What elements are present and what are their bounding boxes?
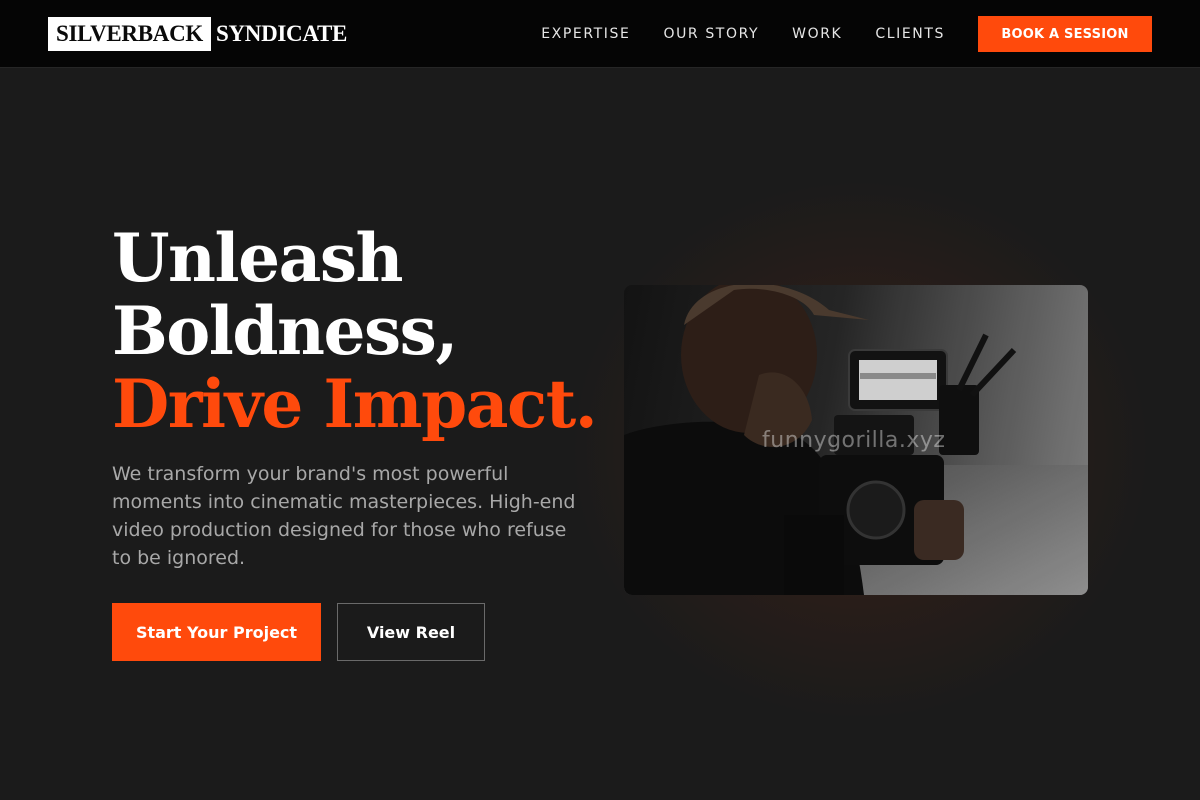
videographer-photo: funnygorilla.xyz bbox=[624, 285, 1088, 595]
hero-title-line-2: Boldness, bbox=[112, 292, 458, 370]
hero-title-line-1: Unleash bbox=[112, 219, 404, 297]
brand-logo[interactable]: SILVERBACK SYNDICATE bbox=[48, 17, 347, 51]
brand-name-boxed: SILVERBACK bbox=[48, 17, 211, 51]
start-project-button[interactable]: Start Your Project bbox=[112, 603, 321, 661]
nav-link-clients[interactable]: CLIENTS bbox=[875, 26, 945, 42]
nav-link-work[interactable]: WORK bbox=[792, 26, 842, 42]
nav-link-our-story[interactable]: OUR STORY bbox=[663, 26, 759, 42]
nav-link-expertise[interactable]: EXPERTISE bbox=[541, 26, 630, 42]
brand-name-text: SYNDICATE bbox=[215, 21, 348, 46]
hero-title-accent: Drive Impact. bbox=[112, 365, 598, 443]
main-nav: EXPERTISE OUR STORY WORK CLIENTS bbox=[541, 0, 945, 68]
book-session-button[interactable]: BOOK A SESSION bbox=[978, 16, 1152, 52]
hero-title: Unleash Boldness, Drive Impact. bbox=[112, 219, 598, 443]
image-watermark: funnygorilla.xyz bbox=[762, 428, 946, 453]
hero-description: We transform your brand's most powerful … bbox=[112, 463, 576, 569]
view-reel-button[interactable]: View Reel bbox=[337, 603, 485, 661]
top-navbar: SILVERBACK SYNDICATE EXPERTISE OUR STORY… bbox=[0, 0, 1200, 68]
